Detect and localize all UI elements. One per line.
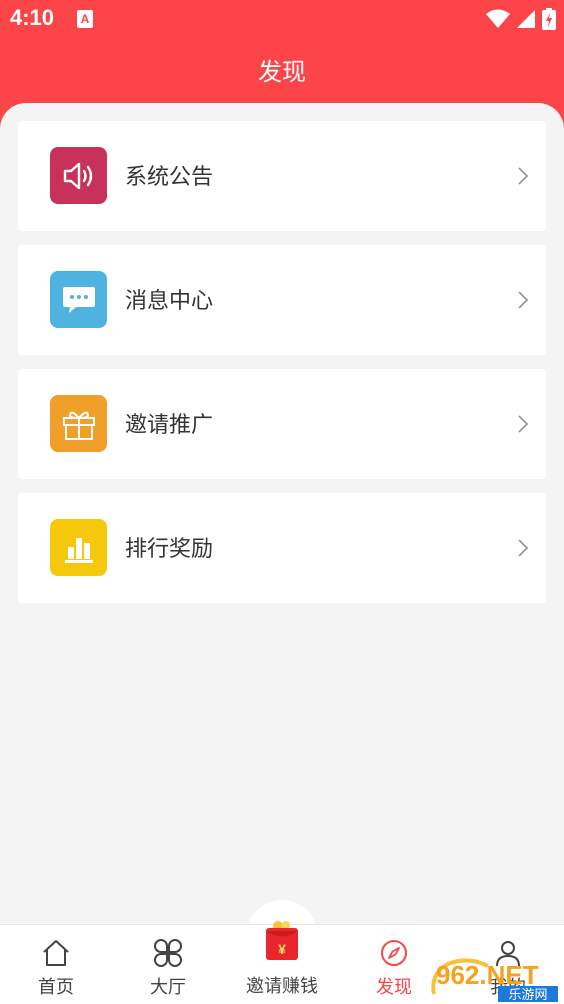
watermark-sub: 乐游网: [508, 988, 547, 1002]
tab-label: 大厅: [150, 977, 186, 998]
svg-text:¥: ¥: [278, 941, 286, 957]
tab-hall[interactable]: 大厅: [112, 925, 224, 1004]
tab-home[interactable]: 首页: [0, 925, 112, 1004]
status-time: 4:10: [10, 5, 55, 30]
page-title: 发现: [258, 58, 306, 86]
tab-label: 邀请赚钱: [246, 976, 318, 997]
watermark-brand: 962.NET: [436, 960, 539, 990]
menu-item-invite-promotion[interactable]: 邀请推广: [18, 369, 546, 479]
wifi-icon: [486, 9, 510, 28]
menu-item-message-center[interactable]: 消息中心: [18, 245, 546, 355]
compass-icon: [381, 940, 407, 966]
menu-item-label: 系统公告: [125, 165, 214, 190]
menu-item-label: 排行奖励: [125, 537, 214, 562]
menu-item-ranking-rewards[interactable]: 排行奖励: [18, 493, 546, 603]
watermark-logo: 962.NET 乐游网: [428, 954, 560, 1003]
chevron-right-icon: [518, 539, 529, 557]
chat-bubble-icon: [50, 271, 107, 328]
menu-item-label: 消息中心: [125, 289, 214, 314]
red-packet-icon: ¥: [266, 921, 298, 960]
home-icon: [43, 940, 69, 966]
menu-item-label: 邀请推广: [125, 413, 214, 438]
chevron-right-icon: [518, 415, 529, 433]
grid-clover-icon: [154, 939, 182, 967]
gift-icon: [50, 395, 107, 452]
bar-chart-icon: [50, 519, 107, 576]
menu-item-system-notice[interactable]: 系统公告: [18, 121, 546, 231]
battery-charging-icon: [542, 8, 556, 30]
cell-signal-icon: [517, 10, 535, 28]
speaker-icon: [50, 147, 107, 204]
notification-app-icon: A: [77, 10, 93, 28]
status-bar: 4:10 A: [0, 0, 564, 40]
status-indicators: [486, 8, 556, 30]
tab-label: 首页: [38, 977, 74, 998]
chevron-right-icon: [518, 167, 529, 185]
chevron-right-icon: [518, 291, 529, 309]
